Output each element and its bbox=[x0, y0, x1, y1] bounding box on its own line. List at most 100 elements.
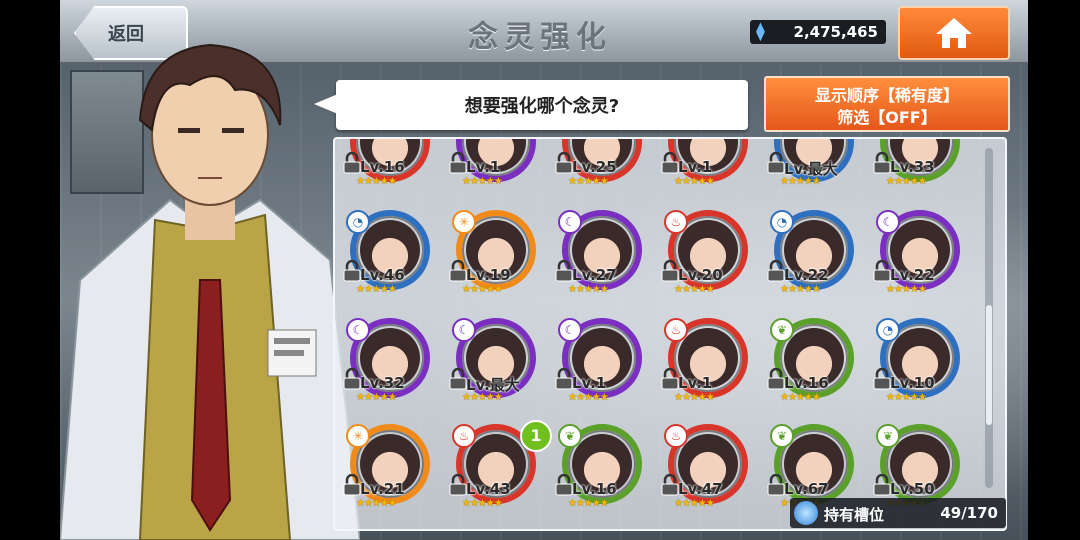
character-card[interactable]: ☾ Lv.最大 ★★★★★ bbox=[449, 318, 542, 414]
rarity-stars: ★★★★★ bbox=[462, 498, 503, 509]
lock-icon bbox=[343, 368, 361, 390]
lock-icon bbox=[873, 260, 891, 282]
fire-element-icon: ♨ bbox=[664, 318, 688, 342]
home-icon bbox=[936, 18, 972, 48]
rarity-stars: ★★★★★ bbox=[568, 176, 609, 187]
sort-order-label: 显示顺序【稀有度】 bbox=[814, 86, 959, 105]
currency-value: 2,475,465 bbox=[793, 23, 878, 41]
character-level: Lv.50 bbox=[890, 480, 935, 498]
speech-bubble: 想要强化哪个念灵? bbox=[314, 80, 748, 130]
lock-icon bbox=[767, 474, 785, 496]
lock-icon bbox=[449, 474, 467, 496]
slot-counter: 持有槽位 49/170 bbox=[790, 498, 1006, 528]
character-level: Lv.27 bbox=[572, 266, 617, 284]
character-card[interactable]: ❦ Lv.16 ★★★★★ bbox=[555, 424, 648, 520]
lock-icon bbox=[767, 368, 785, 390]
dark-element-icon: ☾ bbox=[346, 318, 370, 342]
character-level: Lv.1 bbox=[572, 374, 607, 392]
character-card[interactable]: ☾ Lv.32 ★★★★★ bbox=[343, 318, 436, 414]
rarity-stars: ★★★★★ bbox=[462, 176, 503, 187]
lock-icon bbox=[555, 368, 573, 390]
rarity-stars: ★★★★★ bbox=[568, 498, 609, 509]
rarity-stars: ★★★★★ bbox=[568, 284, 609, 295]
slot-label: 持有槽位 bbox=[824, 506, 885, 524]
character-level: Lv.21 bbox=[360, 480, 405, 498]
character-level: Lv.46 bbox=[360, 266, 405, 284]
slot-orb-icon bbox=[794, 501, 818, 525]
character-card[interactable]: ♨ Lv.47 ★★★★★ bbox=[661, 424, 754, 520]
character-card[interactable]: ◔ Lv.22 ★★★★★ bbox=[767, 210, 860, 306]
character-level: Lv.10 bbox=[890, 374, 935, 392]
slot-count: 49/170 bbox=[940, 504, 998, 522]
rarity-stars: ★★★★★ bbox=[356, 284, 397, 295]
lock-icon bbox=[767, 260, 785, 282]
character-card[interactable]: ◔ Lv.46 ★★★★★ bbox=[343, 210, 436, 306]
character-card[interactable]: ❦ Lv.16 ★★★★★ bbox=[767, 318, 860, 414]
character-level: Lv.16 bbox=[784, 374, 829, 392]
light-element-icon: ✳ bbox=[452, 210, 476, 234]
rarity-stars: ★★★★★ bbox=[356, 176, 397, 187]
character-level: Lv.67 bbox=[784, 480, 829, 498]
character-card[interactable]: ☾ Lv.1★★★★★ bbox=[555, 318, 648, 414]
rarity-stars: ★★★★★ bbox=[780, 176, 821, 187]
lock-icon bbox=[555, 152, 573, 174]
sort-filter-button[interactable]: 显示顺序【稀有度】 筛选【OFF】 bbox=[764, 76, 1010, 132]
rarity-stars: ★★★★★ bbox=[462, 392, 503, 403]
character-level: Lv.22 bbox=[784, 266, 829, 284]
wind-element-icon: ❦ bbox=[770, 424, 794, 448]
home-button[interactable] bbox=[898, 6, 1010, 60]
character-card[interactable]: ☾ Lv.22 ★★★★★ bbox=[873, 210, 966, 306]
page-title: 念灵强化 bbox=[468, 20, 612, 55]
new-badge: 1 bbox=[520, 420, 552, 452]
rarity-stars: ★★★★★ bbox=[886, 392, 927, 403]
scrollbar-thumb[interactable] bbox=[986, 305, 992, 425]
character-card[interactable]: ◔ Lv.10 ★★★★★ bbox=[873, 318, 966, 414]
character-level: Lv.16 bbox=[360, 158, 405, 176]
fire-element-icon: ♨ bbox=[452, 424, 476, 448]
rarity-stars: ★★★★★ bbox=[674, 284, 715, 295]
letterbox-right bbox=[1028, 0, 1080, 540]
character-level: Lv.1 bbox=[678, 374, 713, 392]
letterbox-left bbox=[0, 0, 60, 540]
fire-element-icon: ♨ bbox=[664, 424, 688, 448]
lock-icon bbox=[767, 152, 785, 174]
lock-icon bbox=[449, 152, 467, 174]
lock-icon bbox=[555, 260, 573, 282]
character-card[interactable]: ☾ Lv.27 ★★★★★ bbox=[555, 210, 648, 306]
lock-icon bbox=[873, 474, 891, 496]
rarity-stars: ★★★★★ bbox=[886, 284, 927, 295]
rarity-stars: ★★★★★ bbox=[356, 498, 397, 509]
character-level: Lv.1 bbox=[466, 158, 501, 176]
lock-icon bbox=[873, 152, 891, 174]
lock-icon bbox=[449, 260, 467, 282]
currency-display: ⧫ 2,475,465 bbox=[750, 20, 886, 44]
character-card[interactable]: ♨ Lv.20 ★★★★★ bbox=[661, 210, 754, 306]
wind-element-icon: ❦ bbox=[770, 318, 794, 342]
wind-element-icon: ❦ bbox=[558, 424, 582, 448]
rarity-stars: ★★★★★ bbox=[886, 176, 927, 187]
character-card[interactable]: ✳ Lv.21 ★★★★★ bbox=[343, 424, 436, 520]
character-level: Lv.43 bbox=[466, 480, 511, 498]
lock-icon bbox=[343, 152, 361, 174]
water-element-icon: ◔ bbox=[346, 210, 370, 234]
character-level: Lv.25 bbox=[572, 158, 617, 176]
rarity-stars: ★★★★★ bbox=[674, 176, 715, 187]
water-element-icon: ◔ bbox=[770, 210, 794, 234]
lock-icon bbox=[449, 368, 467, 390]
lock-icon bbox=[343, 474, 361, 496]
character-card[interactable]: ✳ Lv.19 ★★★★★ bbox=[449, 210, 542, 306]
gem-icon: ⧫ bbox=[756, 21, 765, 42]
lock-icon bbox=[661, 368, 679, 390]
dark-element-icon: ☾ bbox=[558, 210, 582, 234]
character-level: Lv.19 bbox=[466, 266, 511, 284]
character-card[interactable]: ♨ Lv.1★★★★★ bbox=[661, 318, 754, 414]
game-screen: 返回 念灵强化 ⧫ 2,475,465 想要强化哪个念灵? 显示顺序【稀有度】 … bbox=[0, 0, 1080, 540]
character-level: Lv.32 bbox=[360, 374, 405, 392]
lock-icon bbox=[661, 260, 679, 282]
lock-icon bbox=[661, 152, 679, 174]
rarity-stars: ★★★★★ bbox=[780, 284, 821, 295]
character-level: Lv.1 bbox=[678, 158, 713, 176]
lock-icon bbox=[661, 474, 679, 496]
rarity-stars: ★★★★★ bbox=[674, 498, 715, 509]
dark-element-icon: ☾ bbox=[558, 318, 582, 342]
